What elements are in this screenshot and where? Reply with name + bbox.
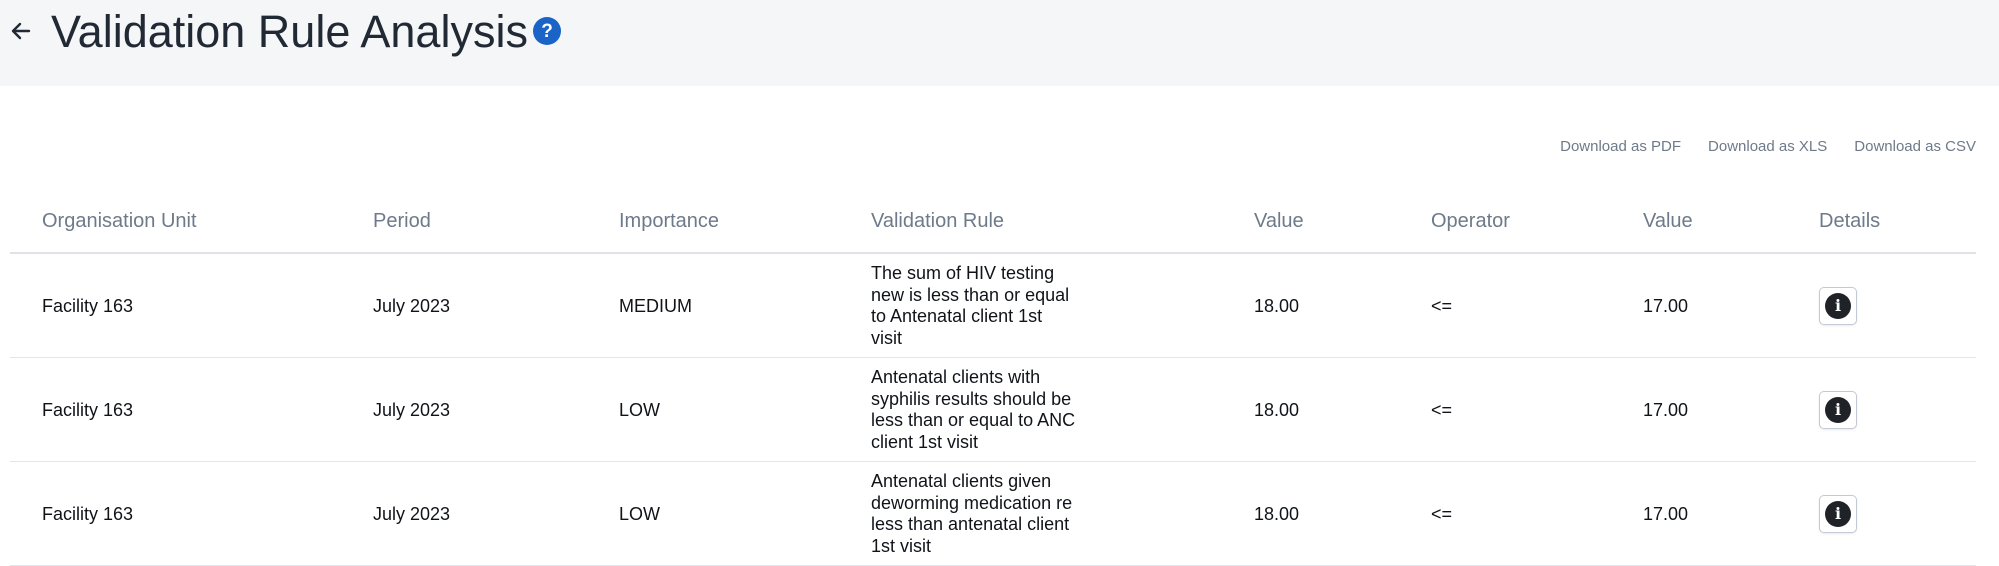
back-button[interactable] bbox=[6, 14, 36, 48]
cell-details: i bbox=[1819, 462, 1857, 566]
cell-period: July 2023 bbox=[373, 503, 451, 524]
cell-operator: <= bbox=[1431, 399, 1453, 420]
details-button[interactable]: i bbox=[1819, 287, 1857, 325]
validation-results-table: Organisation Unit Period Importance Vali… bbox=[10, 190, 1976, 566]
cell-right-value: 17.00 bbox=[1643, 503, 1689, 524]
cell-importance: LOW bbox=[619, 399, 661, 420]
cell-validation-rule: Antenatal clients with syphilis results … bbox=[871, 367, 1076, 452]
info-circle-icon: i bbox=[1825, 293, 1851, 319]
column-header-importance: Importance bbox=[619, 210, 720, 232]
info-circle-icon: i bbox=[1825, 397, 1851, 423]
cell-org-unit: Facility 163 bbox=[42, 295, 134, 316]
arrow-left-icon bbox=[11, 22, 31, 40]
details-button[interactable]: i bbox=[1819, 495, 1857, 533]
cell-details: i bbox=[1819, 358, 1857, 462]
details-button[interactable]: i bbox=[1819, 391, 1857, 429]
cell-left-value: 18.00 bbox=[1254, 295, 1300, 316]
cell-importance: MEDIUM bbox=[619, 295, 692, 316]
page-title: Validation Rule Analysis bbox=[51, 6, 528, 57]
table-row: Facility 163 July 2023 LOW Antenatal cli… bbox=[10, 358, 1976, 462]
column-header-operator: Operator bbox=[1431, 210, 1510, 232]
column-header-right-value: Value bbox=[1643, 210, 1693, 232]
cell-details: i bbox=[1819, 254, 1857, 358]
column-header-validation-rule: Validation Rule bbox=[871, 210, 1005, 232]
info-circle-icon: i bbox=[1825, 501, 1851, 527]
cell-org-unit: Facility 163 bbox=[42, 503, 134, 524]
cell-left-value: 18.00 bbox=[1254, 399, 1300, 420]
question-circle-icon: ? bbox=[541, 20, 553, 42]
table-header: Organisation Unit Period Importance Vali… bbox=[10, 190, 1976, 254]
cell-validation-rule: Antenatal clients given deworming medica… bbox=[871, 471, 1073, 556]
help-button[interactable]: ? bbox=[533, 17, 561, 45]
cell-operator: <= bbox=[1431, 295, 1453, 316]
cell-validation-rule: The sum of HIV testing new is less than … bbox=[871, 263, 1070, 348]
download-csv-link[interactable]: Download as CSV bbox=[1854, 138, 1976, 155]
table-row: Facility 163 July 2023 LOW Antenatal cli… bbox=[10, 462, 1976, 566]
cell-period: July 2023 bbox=[373, 295, 451, 316]
page-header: Validation Rule Analysis ? bbox=[0, 0, 1999, 86]
download-pdf-link[interactable]: Download as PDF bbox=[1560, 138, 1681, 155]
cell-operator: <= bbox=[1431, 503, 1453, 524]
cell-right-value: 17.00 bbox=[1643, 295, 1689, 316]
column-header-org-unit: Organisation Unit bbox=[42, 210, 197, 232]
download-bar: Download as PDF Download as XLS Download… bbox=[1533, 138, 1976, 155]
table-row: Facility 163 July 2023 MEDIUM The sum of… bbox=[10, 254, 1976, 358]
download-xls-link[interactable]: Download as XLS bbox=[1708, 138, 1827, 155]
cell-period: July 2023 bbox=[373, 399, 451, 420]
cell-right-value: 17.00 bbox=[1643, 399, 1689, 420]
cell-left-value: 18.00 bbox=[1254, 503, 1300, 524]
column-header-period: Period bbox=[373, 210, 431, 232]
cell-importance: LOW bbox=[619, 503, 661, 524]
cell-org-unit: Facility 163 bbox=[42, 399, 134, 420]
column-header-left-value: Value bbox=[1254, 210, 1304, 232]
column-header-details: Details bbox=[1819, 210, 1881, 232]
